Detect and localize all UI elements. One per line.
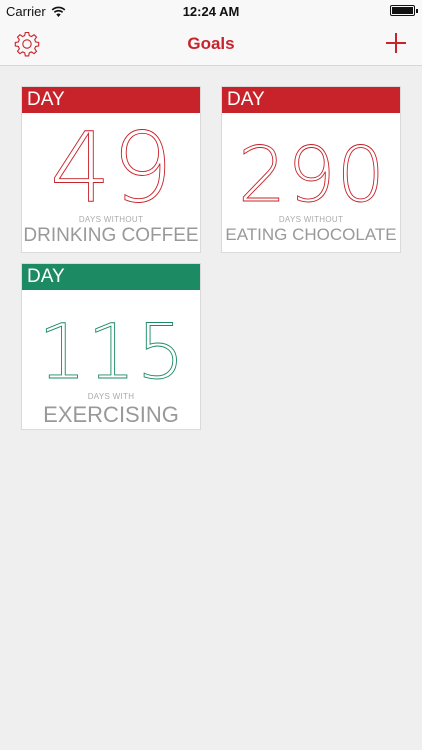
- svg-text:49: 49: [50, 115, 174, 215]
- goal-name: EXERCISING: [43, 402, 179, 427]
- goal-name: EATING CHOCOLATE: [225, 225, 397, 244]
- goal-card-chocolate[interactable]: DAY 290 DAYS WITHOUT EATING CHOCOLATE: [221, 86, 401, 253]
- goal-caption: DAYS WITHOUT: [78, 215, 144, 224]
- card-header: DAY: [222, 87, 400, 113]
- svg-text:115: 115: [38, 307, 186, 392]
- navigation-bar: Goals: [0, 22, 422, 66]
- battery-icon: [390, 5, 418, 16]
- add-goal-button[interactable]: [384, 31, 408, 55]
- goal-caption: DAYS WITH: [87, 392, 135, 401]
- goal-name: DRINKING COFFEE: [23, 225, 199, 246]
- day-count-digits: 49: [49, 112, 174, 225]
- page-title: Goals: [187, 34, 235, 53]
- svg-text:290: 290: [238, 130, 386, 215]
- day-count-digits: 290: [238, 130, 386, 220]
- goal-card-coffee[interactable]: DAY 49 DAYS WITHOUT DRINKING COFFEE: [21, 86, 201, 253]
- card-header: DAY: [22, 264, 200, 290]
- goal-caption: DAYS WITHOUT: [278, 215, 344, 224]
- status-bar: Carrier 12:24 AM: [0, 0, 422, 22]
- card-header: DAY: [22, 87, 200, 113]
- goal-card-exercising[interactable]: DAY 115 DAYS WITH EXERCISING: [21, 263, 201, 430]
- day-count-digits: 115: [38, 307, 186, 397]
- status-time: 12:24 AM: [182, 4, 240, 19]
